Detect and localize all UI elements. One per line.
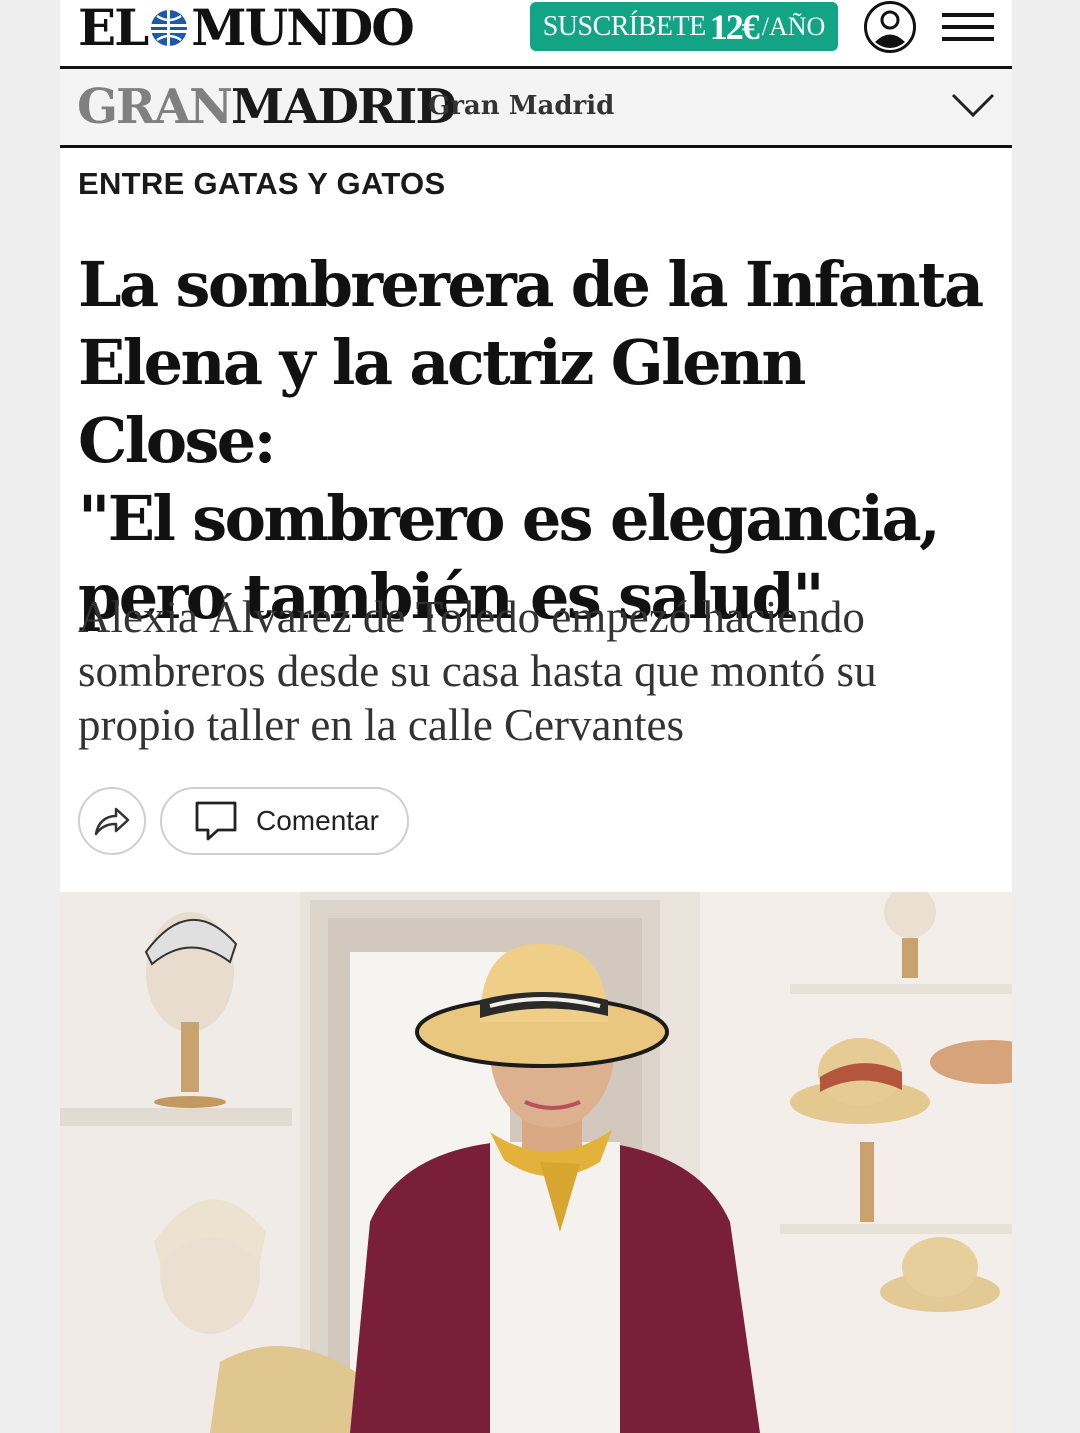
article-subheadline: Alexia Álvarez de Toledo empezó haciendo… xyxy=(78,590,1003,752)
section-logo-gran: GRAN xyxy=(77,79,233,135)
section-divider xyxy=(60,145,1012,148)
subhead-line: propio taller en la calle Cervantes xyxy=(78,700,684,750)
subscribe-button[interactable]: SUSCRÍBETE 12€ /AÑO xyxy=(530,2,838,51)
hamburger-menu-icon[interactable] xyxy=(942,12,994,42)
article-page: EL MUNDO SUSCRÍBETE 12€ /AÑO GRANMADRID … xyxy=(60,0,1012,1433)
gran-madrid-logo[interactable]: GRANMADRID xyxy=(77,77,457,137)
headline-line: La sombrerera de la Infanta xyxy=(78,248,984,321)
speech-bubble-icon xyxy=(195,801,237,841)
site-header: EL MUNDO SUSCRÍBETE 12€ /AÑO xyxy=(60,0,1012,66)
comment-button[interactable]: Comentar xyxy=(160,787,409,855)
subscribe-unit: /AÑO xyxy=(761,11,826,41)
logo-text-mundo: MUNDO xyxy=(191,0,415,57)
section-bar: GRANMADRID Gran Madrid xyxy=(60,69,1012,145)
subscribe-text: SUSCRÍBETE xyxy=(542,10,707,42)
section-logo-madrid: MADRID xyxy=(231,79,457,135)
article-headline: La sombrerera de la Infanta Elena y la a… xyxy=(78,246,998,636)
subscribe-price: 12€ xyxy=(709,6,760,47)
headline-line: Elena y la actriz Glenn Close: xyxy=(78,326,806,477)
chevron-down-icon[interactable] xyxy=(950,91,996,119)
globe-icon xyxy=(151,10,188,46)
share-arrow-icon xyxy=(94,807,130,836)
article-kicker[interactable]: ENTRE GATAS Y GATOS xyxy=(78,166,445,202)
headline-line: "El sombrero es elegancia, xyxy=(78,482,941,555)
logo-text-el: EL xyxy=(78,0,149,57)
section-name: Gran Madrid xyxy=(428,91,615,121)
subhead-line: sombreros desde su casa hasta que montó … xyxy=(78,646,877,696)
el-mundo-logo[interactable]: EL MUNDO xyxy=(78,0,415,57)
subhead-line: Alexia Álvarez de Toledo empezó haciendo xyxy=(78,592,865,642)
article-photo xyxy=(60,892,1012,1433)
user-icon[interactable] xyxy=(863,0,917,54)
share-button[interactable] xyxy=(78,787,146,855)
comment-label: Comentar xyxy=(256,805,379,836)
